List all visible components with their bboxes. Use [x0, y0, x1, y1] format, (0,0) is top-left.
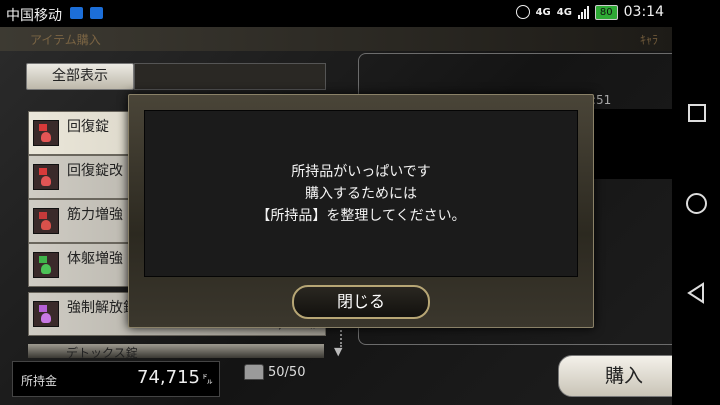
dialog-line-3: 【所持品】を整理してください。	[256, 207, 466, 224]
header-right-label: ｷｬﾗ	[639, 33, 658, 47]
scroll-down-icon[interactable]: ▼	[334, 345, 342, 358]
dialog-line-2: 購入するためには	[305, 185, 417, 202]
inventory-count: 50/50	[244, 364, 305, 380]
chest-icon	[244, 364, 264, 380]
money-label: 所持金	[21, 374, 58, 388]
strength-potion-icon	[33, 208, 59, 234]
list-item-partial[interactable]: デトックス錠	[28, 344, 324, 358]
back-icon[interactable]	[686, 282, 706, 304]
clock: 03:14	[623, 4, 664, 20]
tab-show-all[interactable]: 全部表示	[26, 63, 134, 90]
battery-icon: 80	[594, 4, 618, 20]
carrier-name: 中国移动	[6, 8, 62, 24]
header-strip: アイテム購入 ｷｬﾗ	[0, 27, 672, 51]
item-name: 筋力増強	[67, 207, 123, 223]
body-potion-icon	[33, 252, 59, 278]
item-name: 回復錠	[67, 119, 109, 135]
money-display: 所持金 74,715 ㌦	[12, 361, 220, 397]
notification-icon	[90, 7, 103, 19]
dialog-message: 所持品がいっぱいです 購入するためには 【所持品】を整理してください。	[144, 110, 578, 277]
money-value: 74,715 ㌦	[137, 367, 213, 388]
page-title: アイテム購入	[30, 33, 101, 47]
inventory-full-dialog: 所持品がいっぱいです 購入するためには 【所持品】を整理してください。 閉じる	[128, 94, 594, 328]
item-name: 体躯増強	[67, 251, 123, 267]
network-type: 4G	[535, 6, 551, 18]
close-button[interactable]: 閉じる	[292, 285, 430, 319]
red-flask-icon	[33, 120, 59, 146]
network-type-2: 4G	[556, 6, 572, 18]
purple-flask-icon	[33, 301, 59, 327]
game-screen: アイテム購入 ｷｬﾗ 全部表示 回復錠 回復錠改 筋力増強 体躯増強 強制解放錠	[0, 27, 672, 405]
recent-apps-icon[interactable]	[688, 104, 706, 122]
home-icon[interactable]	[686, 193, 707, 214]
item-name: 強制解放錠	[67, 300, 137, 316]
dialog-line-1: 所持品がいっぱいです	[291, 163, 431, 180]
navigation-bar	[672, 0, 720, 405]
red-flask-icon	[33, 164, 59, 190]
status-bar: 中国移动 4G 4G 80 03:14	[0, 0, 672, 27]
tab-bar	[134, 63, 326, 90]
alarm-icon	[515, 5, 530, 19]
buy-button[interactable]: 購入	[558, 355, 672, 397]
detail-time: :51	[592, 93, 612, 107]
signal-icon	[577, 5, 589, 19]
detail-image	[590, 109, 672, 179]
notification-icon	[70, 7, 83, 19]
item-name: 回復錠改	[67, 163, 123, 179]
